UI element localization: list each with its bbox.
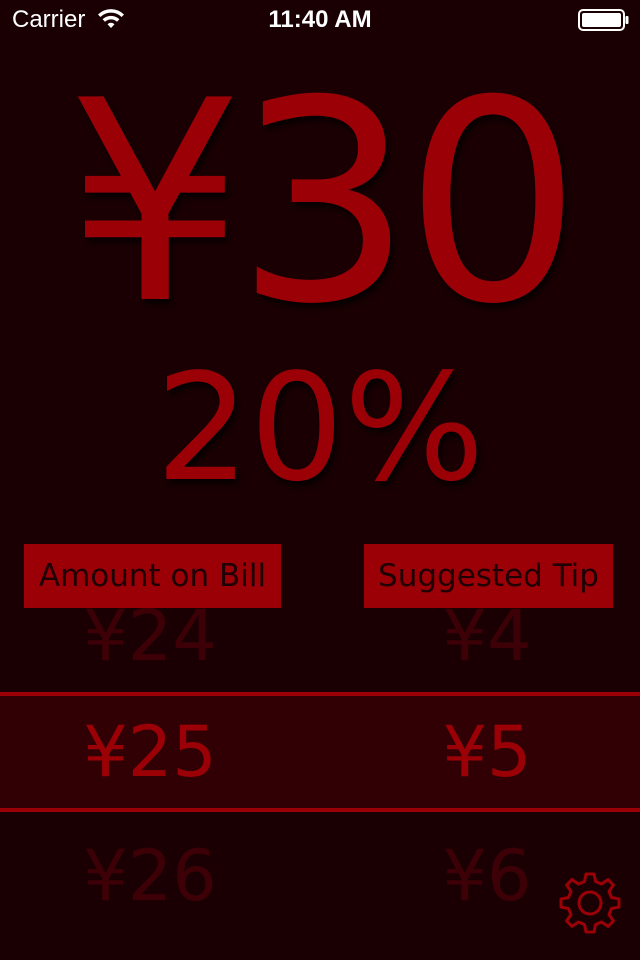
suggested-tip-header: Suggested Tip bbox=[364, 544, 613, 608]
status-bar: Carrier 11:40 AM bbox=[0, 0, 640, 40]
picker-row[interactable]: ¥26 ¥6 bbox=[0, 818, 640, 934]
tip-percent[interactable]: 20% bbox=[0, 348, 640, 508]
gear-icon[interactable] bbox=[557, 870, 623, 936]
bill-amount-selected[interactable]: ¥25 bbox=[0, 696, 310, 808]
amount-picker[interactable]: ¥24 ¥4 ¥25 ¥5 ¥26 ¥6 bbox=[0, 570, 640, 960]
bill-amount-option[interactable]: ¥26 bbox=[0, 818, 310, 934]
clock: 11:40 AM bbox=[268, 6, 372, 33]
amount-on-bill-header: Amount on Bill bbox=[24, 544, 281, 608]
picker-row-selected[interactable]: ¥25 ¥5 bbox=[0, 692, 640, 812]
tip-calculator-screen: Carrier 11:40 AM ¥30 20% Amount on Bill … bbox=[0, 0, 640, 960]
total-amount: ¥30 bbox=[66, 41, 582, 365]
battery-icon bbox=[578, 9, 629, 31]
tip-amount-selected[interactable]: ¥5 bbox=[327, 696, 640, 808]
